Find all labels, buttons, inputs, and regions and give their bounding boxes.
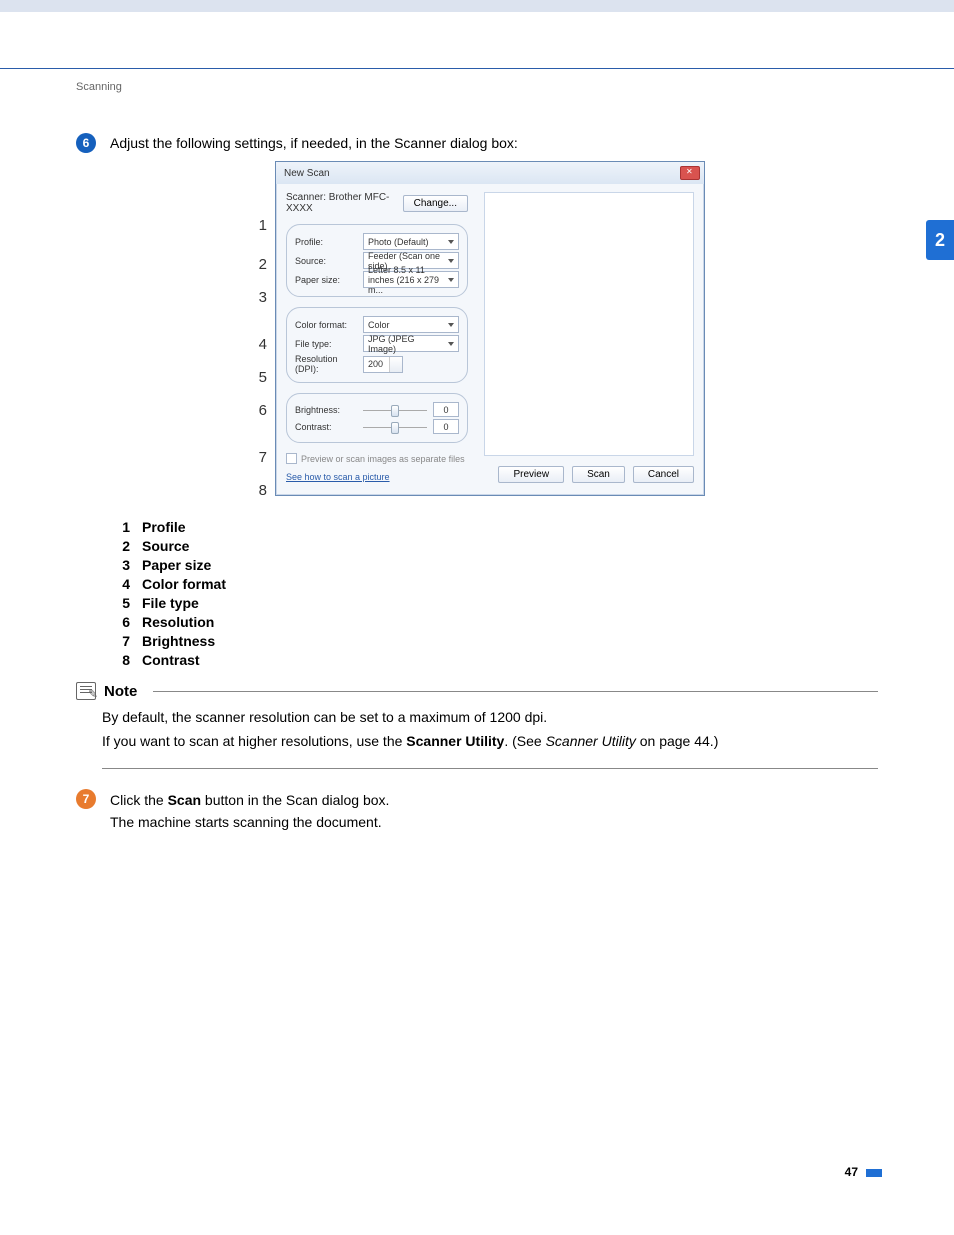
note-rule-bottom xyxy=(102,768,878,769)
brightness-slider[interactable] xyxy=(363,404,427,416)
section-label: Scanning xyxy=(76,81,878,93)
contrast-label: Contrast: xyxy=(295,422,357,432)
color-format-label: Color format: xyxy=(295,320,357,330)
dialog-titlebar: New Scan xyxy=(276,162,704,184)
note-line-1: By default, the scanner resolution can b… xyxy=(102,706,878,730)
page-top-bar xyxy=(0,0,954,12)
note-icon xyxy=(76,682,96,700)
callout-numbers: 1 2 3 4 5 6 7 8 xyxy=(249,161,267,499)
brightness-label: Brightness: xyxy=(295,405,357,415)
file-type-label: File type: xyxy=(295,339,357,349)
profile-select[interactable]: Photo (Default) xyxy=(363,233,459,250)
step-7: 7 Click the Scan button in the Scan dial… xyxy=(76,789,878,834)
profile-label: Profile: xyxy=(295,237,357,247)
page-number: 47 xyxy=(845,1165,882,1179)
source-label: Source: xyxy=(295,256,357,266)
separate-files-checkbox[interactable] xyxy=(286,453,297,464)
paper-size-label: Paper size: xyxy=(295,275,357,285)
contrast-value: 0 xyxy=(433,419,459,434)
step-6-text: Adjust the following settings, if needed… xyxy=(110,133,518,151)
scanner-label: Scanner: Brother MFC- XXXX xyxy=(286,192,395,214)
group-profile-source-paper: Profile: Photo (Default) Source: Feeder … xyxy=(286,224,468,297)
resolution-spinner[interactable]: 200 xyxy=(363,356,403,373)
note-rule-top xyxy=(153,691,878,692)
separate-files-label: Preview or scan images as separate files xyxy=(301,454,465,464)
color-format-select[interactable]: Color xyxy=(363,316,459,333)
step-6: 6 Adjust the following settings, if need… xyxy=(76,133,878,153)
file-type-select[interactable]: JPG (JPEG Image) xyxy=(363,335,459,352)
step-7-badge: 7 xyxy=(76,789,96,809)
note-title: Note xyxy=(104,683,137,700)
contrast-slider[interactable] xyxy=(363,421,427,433)
page-number-bar-icon xyxy=(866,1169,882,1177)
new-scan-dialog: New Scan Scanner: Brother MFC- XXXX Chan… xyxy=(275,161,705,496)
change-scanner-button[interactable]: Change... xyxy=(403,195,468,212)
step-7-line-1: Click the Scan button in the Scan dialog… xyxy=(110,789,389,811)
legend-list: 1Profile 2Source 3Paper size 4Color form… xyxy=(116,519,878,668)
chapter-tab: 2 xyxy=(926,220,954,260)
scan-button[interactable]: Scan xyxy=(572,466,625,483)
cancel-button[interactable]: Cancel xyxy=(633,466,694,483)
preview-button[interactable]: Preview xyxy=(498,466,564,483)
step-6-badge: 6 xyxy=(76,133,96,153)
step-7-line-2: The machine starts scanning the document… xyxy=(110,811,389,833)
brightness-value: 0 xyxy=(433,402,459,417)
group-color-file-res: Color format: Color File type: JPG (JPEG… xyxy=(286,307,468,383)
note-block: Note By default, the scanner resolution … xyxy=(76,682,878,769)
close-icon[interactable] xyxy=(680,166,700,180)
dialog-title-text: New Scan xyxy=(284,168,330,179)
group-brightness-contrast: Brightness: 0 Contrast: 0 xyxy=(286,393,468,443)
paper-size-select[interactable]: Letter 8.5 x 11 inches (216 x 279 m... xyxy=(363,271,459,288)
preview-pane xyxy=(484,192,694,456)
resolution-label: Resolution (DPI): xyxy=(295,354,357,374)
note-line-2: If you want to scan at higher resolution… xyxy=(102,730,878,754)
help-link[interactable]: See how to scan a picture xyxy=(286,472,390,482)
